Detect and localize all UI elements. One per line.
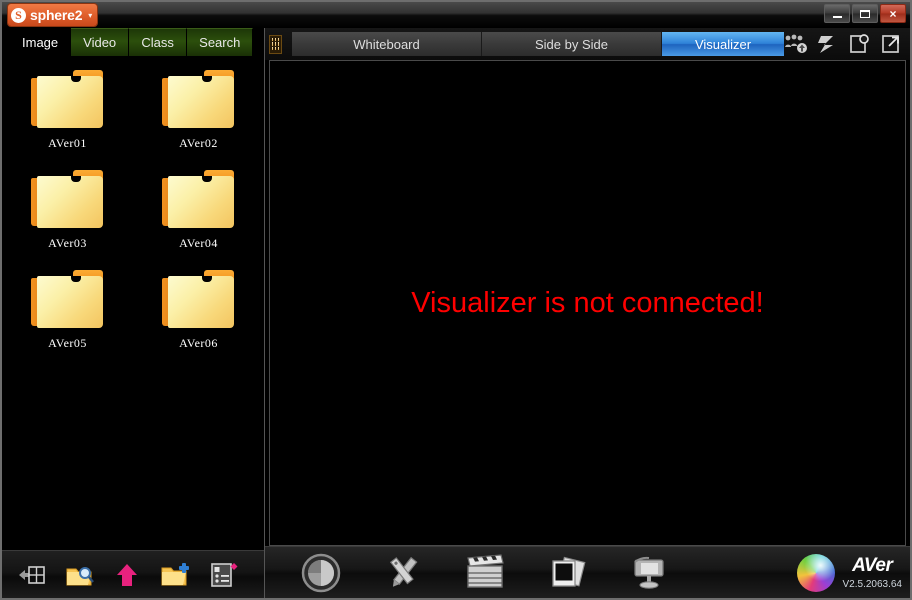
visualizer-viewport: Visualizer is not connected! — [269, 60, 906, 546]
open-external-icon[interactable] — [880, 33, 902, 55]
app-title: sphere2 — [30, 7, 83, 23]
tab-image[interactable]: Image — [10, 28, 72, 56]
sidebar-tabs: Image Video Class Search — [2, 28, 264, 56]
annotate-tools-icon[interactable] — [381, 552, 425, 594]
folder-item[interactable]: AVer02 — [133, 70, 264, 170]
chevron-down-icon: ▾ — [88, 10, 93, 20]
tab-visualizer[interactable]: Visualizer — [662, 32, 784, 56]
close-icon: × — [889, 6, 897, 21]
sphere2-menu-button[interactable]: S sphere2 ▾ — [8, 4, 98, 26]
minimize-icon — [832, 15, 842, 18]
grid-view-icon[interactable] — [269, 34, 282, 54]
folder-icon — [30, 270, 105, 328]
maximize-button[interactable] — [852, 4, 878, 23]
tab-class[interactable]: Class — [129, 28, 188, 56]
sphere2-logo-icon: S — [11, 7, 26, 23]
group-upload-icon[interactable] — [784, 33, 807, 55]
folder-item[interactable]: AVer03 — [2, 170, 133, 270]
folder-label: AVer01 — [48, 136, 87, 150]
application-window: S sphere2 ▾ × Image Video Class Search A… — [0, 0, 912, 600]
upload-arrow-icon[interactable] — [112, 560, 142, 590]
folder-label: AVer04 — [179, 236, 218, 250]
folder-icon — [161, 170, 236, 228]
window-controls: × — [824, 4, 906, 23]
maximize-icon — [860, 9, 870, 18]
view-tabs: Whiteboard Side by Side Visualizer — [292, 32, 784, 56]
status-message: Visualizer is not connected! — [411, 286, 764, 319]
capture-icon[interactable] — [299, 552, 343, 594]
folder-item[interactable]: AVer01 — [2, 70, 133, 170]
folder-icon — [30, 170, 105, 228]
brand-area: AVer V2.5.2063.64 — [796, 547, 903, 598]
add-folder-icon[interactable] — [160, 560, 190, 590]
main-toolbar-top: Whiteboard Side by Side Visualizer — [265, 28, 910, 60]
main-top-icons — [784, 33, 902, 55]
sidebar-toolbar — [2, 550, 264, 598]
tabs-filler — [253, 28, 264, 56]
panel-layout-icon[interactable] — [16, 560, 46, 590]
visualizer-device-icon[interactable] — [627, 552, 671, 594]
folder-item[interactable]: AVer04 — [133, 170, 264, 270]
list-edit-icon[interactable] — [208, 560, 238, 590]
page-search-icon[interactable] — [848, 33, 870, 55]
z-tool-icon[interactable] — [816, 33, 838, 55]
brand-name: AVer — [852, 555, 893, 576]
folder-icon — [161, 270, 236, 328]
clapperboard-icon[interactable] — [463, 552, 507, 594]
folder-label: AVer02 — [179, 136, 218, 150]
folder-item[interactable]: AVer06 — [133, 270, 264, 370]
tab-video[interactable]: Video — [71, 28, 130, 56]
version-label: V2.5.2063.64 — [842, 579, 903, 590]
folder-label: AVer05 — [48, 336, 87, 350]
folder-label: AVer03 — [48, 236, 87, 250]
tab-whiteboard[interactable]: Whiteboard — [292, 32, 482, 56]
aver-sphere-icon — [796, 553, 835, 592]
folder-search-icon[interactable] — [64, 560, 94, 590]
photos-stack-icon[interactable] — [545, 552, 589, 594]
title-bar: S sphere2 ▾ × — [2, 2, 910, 28]
folder-icon — [161, 70, 236, 128]
sidebar: Image Video Class Search AVer01 AVer02 A… — [2, 28, 265, 598]
folder-grid: AVer01 AVer02 AVer03 AVer04 AVer05 AVer0… — [2, 56, 264, 550]
minimize-button[interactable] — [824, 4, 850, 23]
tab-search[interactable]: Search — [187, 28, 254, 56]
folder-icon — [30, 70, 105, 128]
close-button[interactable]: × — [880, 4, 906, 23]
tab-side-by-side[interactable]: Side by Side — [482, 32, 662, 56]
folder-item[interactable]: AVer05 — [2, 270, 133, 370]
main-bottom-toolbar: AVer V2.5.2063.64 — [265, 546, 910, 598]
folder-label: AVer06 — [179, 336, 218, 350]
main-panel: Whiteboard Side by Side Visualizer Visua… — [265, 28, 910, 598]
brand-text: AVer V2.5.2063.64 — [843, 555, 903, 590]
window-body: Image Video Class Search AVer01 AVer02 A… — [2, 28, 910, 598]
main-toolbar-icons — [299, 552, 671, 594]
